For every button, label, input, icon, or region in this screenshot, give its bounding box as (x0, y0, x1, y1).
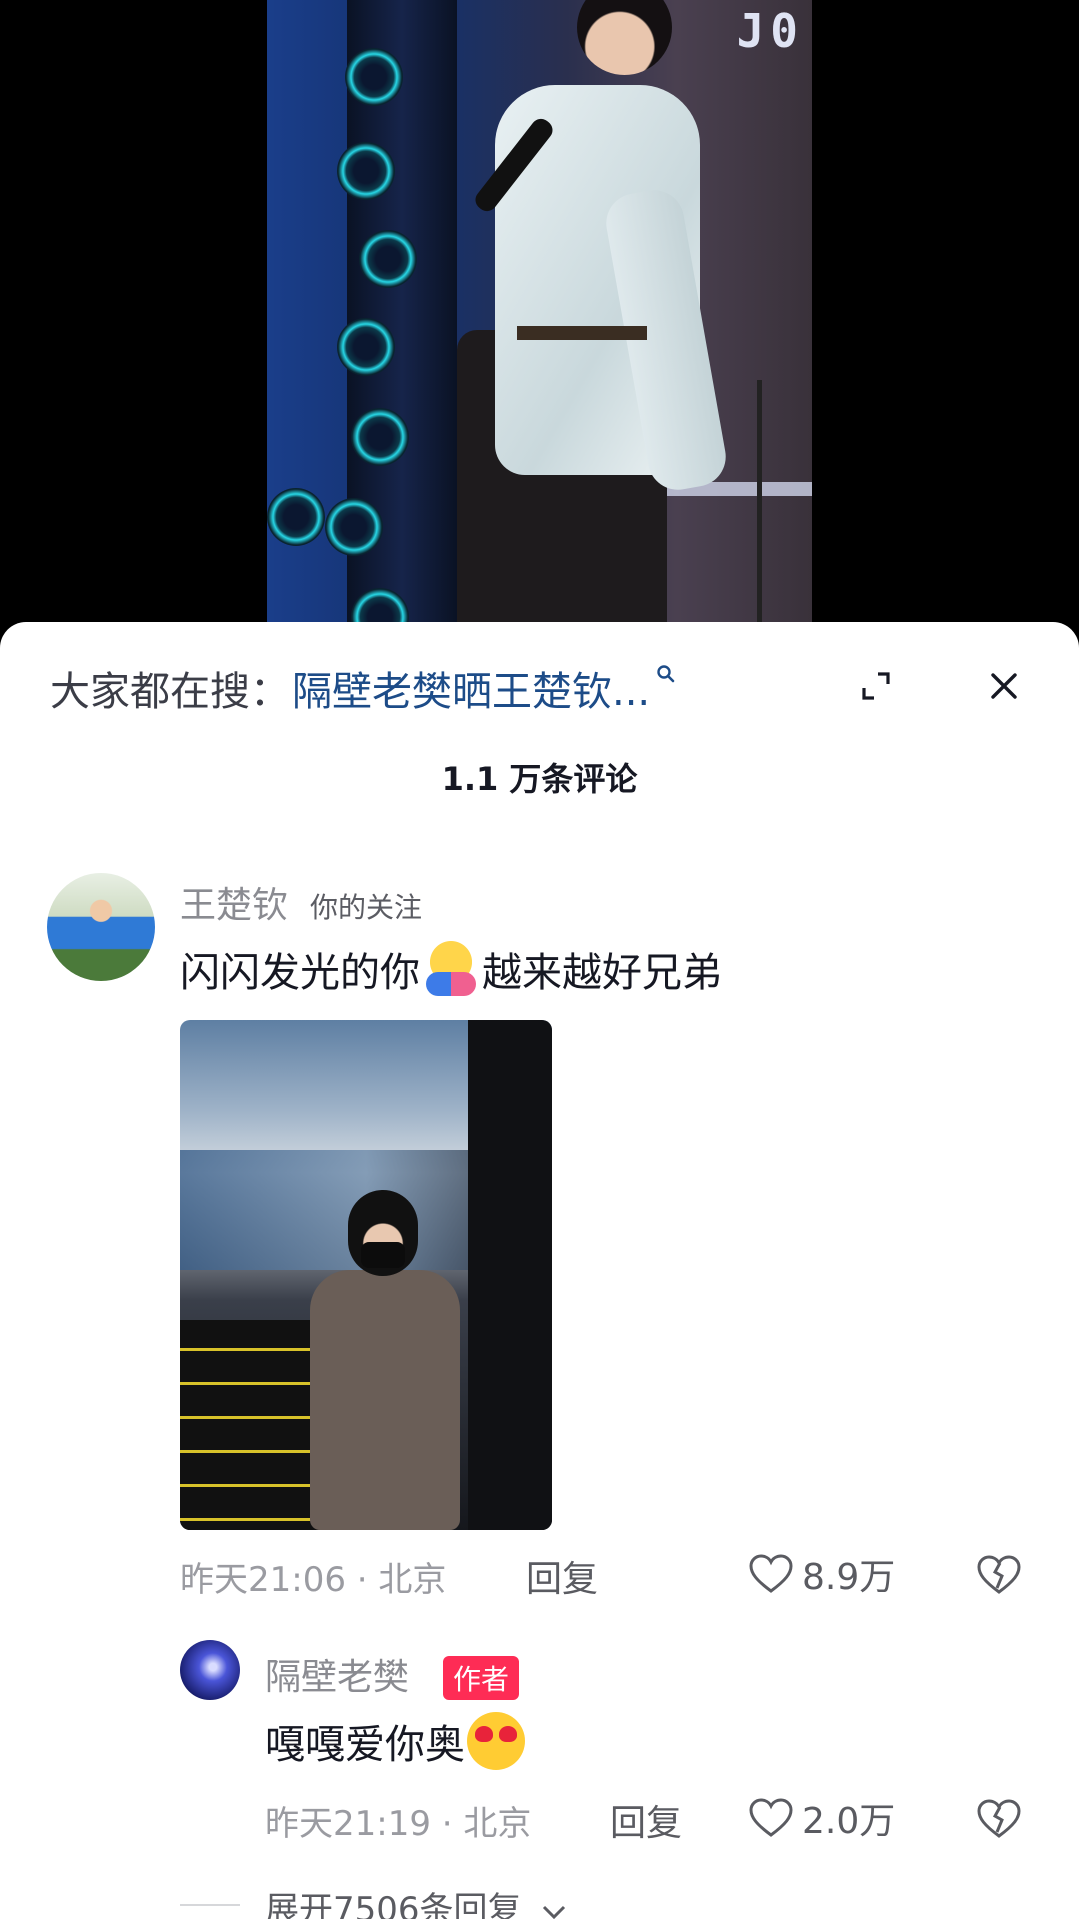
reply-meta: 昨天21:19 · 北京 (265, 1796, 531, 1845)
comment-time-location: 昨天21:06 · 北京 (180, 1560, 447, 1600)
avatar[interactable] (180, 1640, 240, 1700)
stage-light (325, 498, 383, 556)
video-frame[interactable]: J0 (267, 0, 812, 622)
stage-light (267, 488, 325, 546)
reply-text[interactable]: 嘎嘎爱你奥 (265, 1712, 527, 1770)
stage-light (345, 48, 403, 106)
expand-icon[interactable] (858, 668, 894, 704)
comment-count: 1.1 万条评论 (441, 760, 638, 798)
comment-image[interactable] (180, 1020, 552, 1530)
reply-user-row: 隔壁老樊 作者 (265, 1648, 520, 1700)
stage-light (337, 318, 395, 376)
photo-mask (361, 1242, 405, 1268)
author-badge: 作者 (443, 1656, 520, 1700)
comment-user-row: 王楚钦 你的关注 (180, 876, 422, 928)
comment-text-part: 越来越好兄弟 (482, 950, 722, 996)
reply-button[interactable]: 回复 (610, 1794, 682, 1846)
chevron-down-icon (543, 1905, 566, 1919)
heart-icon (749, 1554, 793, 1593)
comment-sheet: 大家都在搜： 隔壁老樊晒王楚钦... 1.1 万条评论 王楚钦 你的关注 闪闪发… (0, 622, 1079, 1919)
broken-heart-icon[interactable] (976, 1554, 1022, 1596)
following-tag: 你的关注 (310, 891, 423, 924)
expand-replies-button[interactable]: 展开7506条回复 (265, 1882, 568, 1919)
close-icon[interactable] (986, 668, 1022, 704)
video-player[interactable]: J0 (0, 0, 1079, 640)
like-count: 8.9万 (802, 1557, 896, 1598)
like-count: 2.0万 (802, 1801, 896, 1842)
reply-username[interactable]: 隔壁老樊 (265, 1648, 409, 1700)
search-icon (657, 665, 675, 683)
heart-icon (749, 1798, 793, 1837)
heart-eyes-emoji-icon (467, 1712, 525, 1770)
expand-replies-label: 展开7506条回复 (265, 1890, 522, 1919)
comment-text-part: 闪闪发光的你 (180, 950, 420, 996)
comment-text[interactable]: 闪闪发光的你 越来越好兄弟 (180, 940, 722, 998)
singer-belt (517, 326, 647, 340)
search-keyword[interactable]: 隔壁老樊晒王楚钦... (292, 659, 650, 717)
backdrop-text: J0 (736, 4, 804, 58)
hugging-face-emoji-icon (422, 940, 480, 998)
singer-head (577, 0, 672, 75)
reply-time-location: 昨天21:19 · 北京 (265, 1804, 532, 1844)
search-suggestion[interactable]: 大家都在搜： 隔壁老樊晒王楚钦... (50, 659, 676, 717)
photo-person (310, 1270, 460, 1530)
photo-wall (468, 1020, 552, 1530)
comment-username[interactable]: 王楚钦 (180, 876, 288, 928)
stage-light (337, 142, 395, 200)
avatar[interactable] (47, 873, 155, 981)
mic-stand (757, 380, 762, 622)
like-button[interactable]: 2.0万 (748, 1792, 895, 1844)
comment-meta: 昨天21:06 · 北京 (180, 1552, 446, 1601)
search-prefix: 大家都在搜： (50, 669, 290, 715)
reply-button[interactable]: 回复 (526, 1550, 598, 1602)
stage-light (351, 408, 409, 466)
like-button[interactable]: 8.9万 (748, 1548, 895, 1600)
reply-text-part: 嘎嘎爱你奥 (265, 1722, 465, 1768)
stage-light (359, 230, 417, 288)
divider-line (180, 1904, 240, 1906)
broken-heart-icon[interactable] (976, 1798, 1022, 1840)
